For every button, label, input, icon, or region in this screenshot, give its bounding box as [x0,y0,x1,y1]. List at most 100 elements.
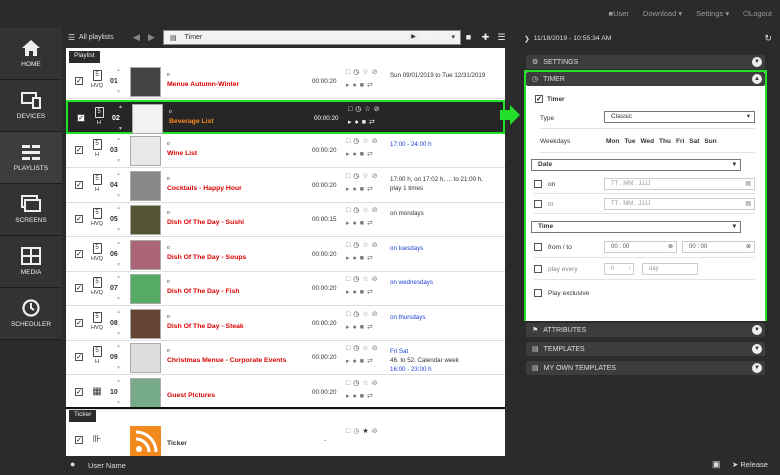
clock-icon[interactable]: ◷ [353,68,359,78]
row-name[interactable]: Dish Of The Day - Soups [167,254,246,261]
play-icon[interactable]: ▶ [408,32,419,43]
sort-arrows-icon[interactable]: ▼ [116,296,121,302]
circle-icon[interactable]: ● [353,219,357,229]
star-icon[interactable]: ☆ [362,344,368,354]
lock-icon[interactable]: □ [346,137,350,147]
settings-menu[interactable]: Settings ▾ [696,9,729,19]
circle-icon[interactable]: ● [353,357,357,367]
circle-icon[interactable]: ● [353,150,357,160]
date-mode-select[interactable]: Date ▾ [531,159,741,171]
row-checkbox[interactable]: ✓ [75,180,83,189]
playlist-row[interactable]: ✓ ▦ ▲ ▼ 10 Guest Pictures 00:00:20 □ ◷ ☆ ⊘ … [66,375,505,410]
row-name[interactable]: Dish Of The Day - Steak [167,323,244,330]
settings-accordion[interactable]: ⚙ SETTINGS ▼ [526,55,765,69]
star-icon[interactable]: ☆ [362,206,368,216]
date-to-checkbox[interactable] [534,200,542,208]
row-checkbox[interactable]: ✓ [75,436,83,444]
add-icon[interactable]: ✚ [480,32,491,43]
block-icon[interactable]: ⊘ [372,427,378,437]
block-icon[interactable]: ⊘ [372,275,378,285]
clock-icon[interactable]: ◷ [353,206,359,216]
shuffle-icon[interactable]: ⇄ [367,81,373,91]
my-templates-accordion[interactable]: ▤ MY OWN TEMPLATES ▼ [526,361,765,375]
sort-arrows-icon[interactable]: ▲ [116,171,121,177]
row-checkbox[interactable]: ✓ [75,215,83,223]
circle-icon[interactable]: ● [353,288,357,298]
square-icon[interactable]: ■ [360,81,364,91]
playlist-row[interactable]: ✓ 5H ▲ ▼ 03 o Wine List 00:00:20 □ ◷ ☆ ⊘ ▸ ●… [66,134,505,168]
star-icon[interactable]: ☆ [362,310,368,320]
square-icon[interactable]: ■ [360,219,364,229]
circle-icon[interactable]: ● [353,185,357,195]
row-checkbox[interactable]: ✓ [75,353,83,361]
sort-arrows-icon[interactable]: ▼ [116,262,121,268]
volume-icon[interactable]: ▸ [348,118,352,128]
save-icon[interactable]: ▣ [712,459,721,470]
time-from-input[interactable]: 00 : 00 ⊗ [604,241,677,253]
square-icon[interactable]: ■ [360,185,364,195]
circle-icon[interactable]: ● [355,118,359,128]
row-name[interactable]: Menue Autumn-Winter [167,81,239,88]
square-icon[interactable]: ■ [360,323,364,333]
clear-icon[interactable]: ⊗ [746,242,751,252]
circle-icon[interactable]: ● [353,392,357,402]
star-icon[interactable]: ☆ [362,172,368,182]
clock-icon[interactable]: ◷ [353,310,359,320]
weekday-fri[interactable]: Fri [676,138,684,145]
forward-icon[interactable]: ▶ [146,32,157,43]
type-select[interactable]: Classic ▾ [604,111,755,123]
sort-arrows-icon[interactable]: ▼ [116,227,121,233]
sort-arrows-icon[interactable]: ▲ [116,67,121,73]
square-icon[interactable]: ■ [360,254,364,264]
volume-icon[interactable]: ▸ [346,219,350,229]
sort-arrows-icon[interactable]: ▲ [116,309,121,315]
lock-icon[interactable]: □ [346,206,350,216]
date-on-input[interactable]: TT . MM . JJJJ ▤ [604,178,755,190]
time-to-input[interactable]: 00 : 00 ⊗ [682,241,755,253]
all-playlists-link[interactable]: All playlists [79,34,114,41]
lock-icon[interactable]: □ [346,241,350,251]
star-icon[interactable]: ☆ [362,241,368,251]
back-icon[interactable]: ◀ [131,32,142,43]
row-checkbox[interactable]: ✓ [77,113,85,122]
star-icon[interactable]: ☆ [362,275,368,285]
sidebar-item-devices[interactable]: DEVICES [0,80,62,132]
playlist-row[interactable]: ✓ 5 HVQ ▲ ▼ 06 o Dish Of The Day - Soups … [66,237,505,272]
circle-icon[interactable]: ● [353,81,357,91]
shuffle-icon[interactable]: ⇄ [367,288,373,298]
play-exclusive-checkbox[interactable] [534,289,542,297]
play-every-checkbox[interactable] [534,265,542,273]
release-button[interactable]: ➤ Release [732,460,768,469]
lock-icon[interactable]: □ [346,427,350,437]
volume-icon[interactable]: ▸ [346,392,350,402]
playlist-row[interactable]: ✓ 5H ▲ ▼ 09 o Christmas Menue - Corporat… [66,341,505,375]
menu-icon[interactable]: ☰ [496,32,507,43]
block-icon[interactable]: ⊘ [372,68,378,78]
shuffle-icon[interactable]: ⇄ [367,323,373,333]
square-icon[interactable]: ■ [360,150,364,160]
row-name[interactable]: Cocktails - Happy Hour [167,185,242,192]
square-icon[interactable]: ■ [362,118,366,128]
upload-icon[interactable]: ↥ [445,32,456,43]
user-menu[interactable]: ■ User [609,9,629,19]
download-icon[interactable]: ↧ [427,32,438,43]
timer-checkbox[interactable]: ✓ [535,95,543,103]
clock-icon[interactable]: ◷ [353,344,359,354]
date-to-input[interactable]: TT . MM . JJJJ ▤ [604,198,755,210]
star-icon[interactable]: ☆ [364,105,370,115]
sort-arrows-icon[interactable]: ▲ [116,343,121,349]
row-name[interactable]: Dish Of The Day - Fish [167,288,240,295]
volume-icon[interactable]: ▸ [346,323,350,333]
block-icon[interactable]: ⊘ [372,344,378,354]
sort-arrows-icon[interactable]: ▲ [116,378,121,384]
row-name[interactable]: Guest Pictures [167,392,215,399]
row-name[interactable]: Christmas Menue - Corporate Events [167,357,286,364]
sort-arrows-icon[interactable]: ▼ [116,400,121,406]
volume-icon[interactable]: ▸ [346,357,350,367]
block-icon[interactable]: ⊘ [372,172,378,182]
lock-icon[interactable]: □ [346,344,350,354]
shuffle-icon[interactable]: ⇄ [367,254,373,264]
row-checkbox[interactable]: ✓ [75,146,83,154]
circle-icon[interactable]: ● [353,254,357,264]
star-icon[interactable]: ☆ [362,379,368,389]
